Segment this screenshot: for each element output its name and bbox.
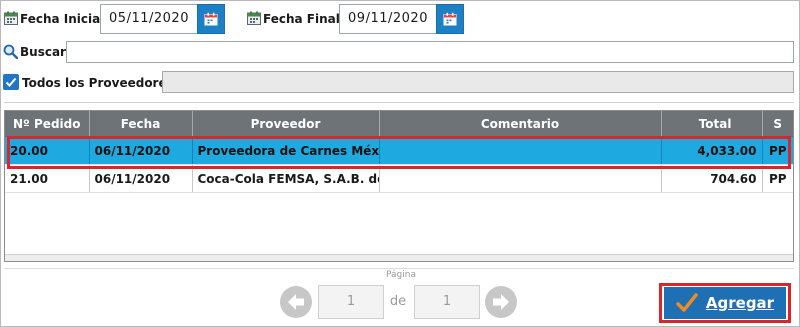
todos-proveedores-label: Todos los Proveedores	[22, 76, 174, 90]
de-label: de	[389, 294, 407, 309]
column-header[interactable]: Fecha	[89, 111, 193, 137]
fecha-inicial-calendar-button[interactable]	[197, 4, 225, 34]
agregar-button[interactable]: Agregar	[664, 287, 786, 319]
status-cell: PP	[762, 164, 793, 193]
pedido-cell: 20.00	[5, 136, 90, 165]
fecha-cell: 06/11/2020	[89, 136, 193, 165]
previous-page-button[interactable]	[280, 286, 312, 318]
column-header[interactable]: Proveedor	[192, 111, 380, 137]
fecha-final-input[interactable]: 09/11/2020	[339, 4, 437, 34]
divider	[4, 102, 794, 103]
current-page-input[interactable]: 1	[318, 285, 384, 319]
fecha-cell: 06/11/2020	[89, 164, 193, 193]
total-cell: 4,033.00	[661, 136, 763, 165]
proveedor-cell: Coca-Cola FEMSA, S.A.B. de ...	[192, 164, 380, 193]
pedido-cell: 21.00	[5, 164, 90, 193]
fecha-final-label: Fecha Final:	[263, 12, 345, 26]
arrow-left-icon	[288, 294, 304, 310]
orders-table: Nº Pedido Fecha Proveedor Comentario Tot…	[4, 110, 794, 262]
calendar-icon	[4, 11, 18, 25]
column-header[interactable]: S	[762, 111, 793, 137]
next-page-button[interactable]	[485, 286, 517, 318]
proveedor-select-disabled	[162, 71, 794, 93]
calendar-icon	[247, 11, 261, 25]
fecha-inicial-label: Fecha Inicial:	[20, 12, 110, 26]
column-header[interactable]: Total	[661, 111, 763, 137]
table-row[interactable]: 21.00 06/11/2020 Coca-Cola FEMSA, S.A.B.…	[5, 164, 793, 193]
pagina-label: Página	[386, 270, 416, 280]
calendar-picker-icon	[204, 12, 218, 26]
calendar-picker-icon	[443, 12, 457, 26]
status-cell: PP	[762, 136, 793, 165]
search-icon	[3, 44, 18, 59]
table-row[interactable]: 20.00 06/11/2020 Proveedora de Carnes Mé…	[5, 136, 793, 165]
checkmark-icon	[676, 293, 698, 312]
arrow-right-icon	[493, 294, 509, 310]
checkmark-icon	[5, 77, 17, 87]
buscar-label: Buscar	[20, 45, 66, 59]
buscar-input[interactable]	[66, 41, 794, 63]
table-footer	[5, 254, 793, 261]
total-pages-display: 1	[414, 285, 480, 319]
column-header[interactable]: Comentario	[379, 111, 662, 137]
fecha-inicial-input[interactable]: 05/11/2020	[100, 4, 198, 34]
column-header[interactable]: Nº Pedido	[5, 111, 90, 137]
comentario-cell	[379, 136, 662, 165]
agregar-label: Agregar	[705, 294, 775, 312]
table-header-row: Nº Pedido Fecha Proveedor Comentario Tot…	[5, 111, 793, 137]
total-cell: 704.60	[661, 164, 763, 193]
divider	[4, 268, 794, 269]
comentario-cell	[379, 164, 662, 193]
fecha-final-calendar-button[interactable]	[436, 4, 464, 34]
proveedor-cell: Proveedora de Carnes Méxic...	[192, 136, 380, 165]
todos-proveedores-checkbox[interactable]	[3, 74, 19, 90]
